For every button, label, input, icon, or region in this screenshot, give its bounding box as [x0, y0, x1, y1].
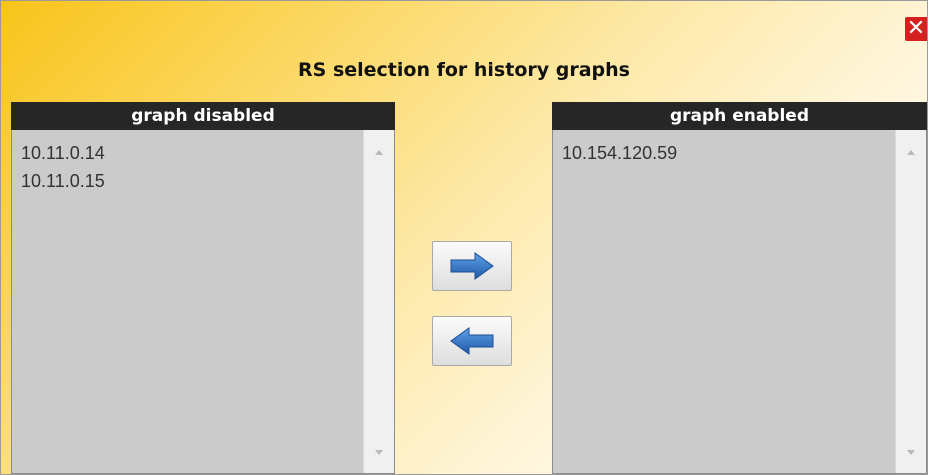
list-item[interactable]: 10.11.0.15	[12, 167, 364, 195]
move-to-enabled-button[interactable]	[432, 241, 512, 291]
arrow-left-icon	[450, 327, 494, 355]
graph-disabled-listbox[interactable]: 10.11.0.14 10.11.0.15	[11, 130, 395, 474]
close-button[interactable]: ✕	[905, 17, 927, 41]
graph-enabled-list: 10.154.120.59	[553, 130, 896, 473]
graph-enabled-header: graph enabled	[552, 102, 927, 130]
scrollbar[interactable]	[363, 130, 394, 473]
scroll-up-icon[interactable]	[375, 150, 383, 155]
graph-disabled-panel: graph disabled 10.11.0.14 10.11.0.15	[11, 102, 395, 474]
scroll-down-icon[interactable]	[375, 450, 383, 455]
dialog-title: RS selection for history graphs	[298, 59, 630, 81]
graph-disabled-list: 10.11.0.14 10.11.0.15	[12, 130, 364, 473]
arrow-right-icon	[450, 252, 494, 280]
list-item[interactable]: 10.154.120.59	[553, 139, 896, 167]
graph-enabled-listbox[interactable]: 10.154.120.59	[552, 130, 927, 474]
graph-enabled-panel: graph enabled 10.154.120.59	[552, 102, 927, 474]
rs-selection-dialog: ✕ RS selection for history graphs graph …	[0, 0, 928, 475]
scrollbar[interactable]	[895, 130, 926, 473]
scroll-down-icon[interactable]	[907, 450, 915, 455]
move-to-disabled-button[interactable]	[432, 316, 512, 366]
scroll-up-icon[interactable]	[907, 150, 915, 155]
graph-disabled-header: graph disabled	[11, 102, 395, 130]
list-item[interactable]: 10.11.0.14	[12, 139, 364, 167]
